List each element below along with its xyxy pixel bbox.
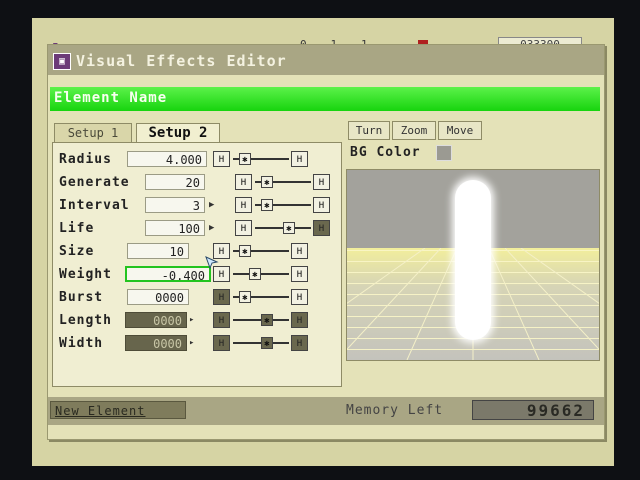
- window-app-icon: ▣: [53, 53, 71, 70]
- view-tab-turn[interactable]: Turn: [348, 121, 390, 140]
- tab-setup-2[interactable]: Setup 2: [136, 123, 220, 143]
- memory-left-label: Memory Left: [346, 403, 444, 418]
- setup-2-panel: Radius 4.000 H ✱ H Generate 20 H ✱ H Int…: [52, 142, 342, 387]
- slider-thumb-icon[interactable]: ✱: [261, 176, 273, 188]
- param-row-burst: Burst 0000 H ✱ H: [59, 289, 339, 309]
- slider-min-icon[interactable]: H: [235, 197, 252, 213]
- arrow-right-icon: ▸: [189, 315, 195, 325]
- status-bar: New Element Memory Left 99662: [48, 397, 604, 425]
- generate-slider[interactable]: H ✱ H: [235, 174, 335, 192]
- arrow-right-icon: ▶: [209, 200, 215, 210]
- param-row-weight: Weight -0.400 H ✱ H: [59, 266, 339, 286]
- width-value-field[interactable]: 0000: [125, 335, 187, 351]
- slider-min-icon[interactable]: H: [213, 312, 230, 328]
- generate-value-field[interactable]: 20: [145, 174, 205, 190]
- window-title: Visual Effects Editor: [76, 52, 287, 70]
- width-slider[interactable]: H ✱ H: [213, 335, 313, 353]
- memory-left-value: 99662: [472, 400, 594, 420]
- interval-value-field[interactable]: 3: [145, 197, 205, 213]
- slider-thumb-icon[interactable]: ✱: [283, 222, 295, 234]
- param-label: Life: [59, 221, 95, 236]
- new-element-button[interactable]: New Element: [50, 401, 186, 419]
- param-row-interval: Interval 3 ▶ H ✱ H: [59, 197, 339, 217]
- effects-editor-window: ▣ Visual Effects Editor Element Name Set…: [47, 44, 605, 440]
- weight-value-field[interactable]: -0.400: [125, 266, 211, 283]
- bg-color-swatch[interactable]: [436, 145, 452, 161]
- radius-value-field[interactable]: 4.000: [127, 151, 207, 167]
- arrow-right-icon: ▸: [189, 338, 195, 348]
- slider-min-icon[interactable]: H: [235, 174, 252, 190]
- slider-min-icon[interactable]: H: [235, 220, 252, 236]
- radius-slider[interactable]: H ✱ H: [213, 151, 313, 169]
- slider-min-icon[interactable]: H: [213, 335, 230, 351]
- slider-max-icon[interactable]: H: [313, 220, 330, 236]
- slider-max-icon[interactable]: H: [291, 335, 308, 351]
- arrow-right-icon: ▶: [209, 223, 215, 233]
- param-label: Generate: [59, 175, 130, 190]
- particle-effect-beam: [455, 180, 491, 340]
- param-row-width: Width 0000 ▸ H ✱ H: [59, 335, 339, 355]
- window-titlebar[interactable]: ▣ Visual Effects Editor: [48, 45, 604, 75]
- life-slider[interactable]: H ✱ H: [235, 220, 335, 238]
- slider-min-icon[interactable]: H: [213, 289, 230, 305]
- param-row-size: Size 10 H ✱ H: [59, 243, 339, 263]
- param-label: Interval: [59, 198, 130, 213]
- slider-thumb-icon[interactable]: ✱: [239, 291, 251, 303]
- slider-thumb-icon[interactable]: ✱: [261, 337, 273, 349]
- param-row-life: Life 100 ▶ H ✱ H: [59, 220, 339, 240]
- slider-min-icon[interactable]: H: [213, 151, 230, 167]
- size-value-field[interactable]: 10: [127, 243, 189, 259]
- param-label: Radius: [59, 152, 112, 167]
- effect-preview-viewport[interactable]: [346, 169, 600, 361]
- element-name-bar[interactable]: Element Name: [50, 87, 600, 111]
- slider-thumb-icon[interactable]: ✱: [249, 268, 261, 280]
- param-row-generate: Generate 20 H ✱ H: [59, 174, 339, 194]
- slider-thumb-icon[interactable]: ✱: [239, 153, 251, 165]
- slider-thumb-icon[interactable]: ✱: [239, 245, 251, 257]
- weight-slider[interactable]: H ✱ H: [213, 266, 313, 284]
- burst-value-field[interactable]: 0000: [127, 289, 189, 305]
- param-label: Size: [59, 244, 95, 259]
- slider-thumb-icon[interactable]: ✱: [261, 199, 273, 211]
- slider-max-icon[interactable]: H: [291, 312, 308, 328]
- interval-slider[interactable]: H ✱ H: [235, 197, 335, 215]
- param-label: Weight: [59, 267, 112, 282]
- param-row-length: Length 0000 ▸ H ✱ H: [59, 312, 339, 332]
- bg-color-label: BG Color: [350, 145, 421, 160]
- slider-max-icon[interactable]: H: [291, 151, 308, 167]
- burst-slider[interactable]: H ✱ H: [213, 289, 313, 307]
- slider-thumb-icon[interactable]: ✱: [261, 314, 273, 326]
- slider-max-icon[interactable]: H: [291, 266, 308, 282]
- element-name-label: Element Name: [54, 90, 168, 106]
- length-value-field[interactable]: 0000: [125, 312, 187, 328]
- view-tab-zoom[interactable]: Zoom: [392, 121, 436, 140]
- slider-max-icon[interactable]: H: [313, 197, 330, 213]
- view-tab-move[interactable]: Move: [438, 121, 482, 140]
- life-value-field[interactable]: 100: [145, 220, 205, 236]
- param-label: Width: [59, 336, 104, 351]
- slider-max-icon[interactable]: H: [291, 289, 308, 305]
- param-row-radius: Radius 4.000 H ✱ H: [59, 151, 339, 171]
- pointer-cursor-icon: [205, 256, 219, 270]
- length-slider[interactable]: H ✱ H: [213, 312, 313, 330]
- slider-max-icon[interactable]: H: [313, 174, 330, 190]
- size-slider[interactable]: H ✱ H: [213, 243, 313, 261]
- param-label: Length: [59, 313, 112, 328]
- param-label: Burst: [59, 290, 104, 305]
- slider-max-icon[interactable]: H: [291, 243, 308, 259]
- tab-setup-1[interactable]: Setup 1: [54, 123, 132, 143]
